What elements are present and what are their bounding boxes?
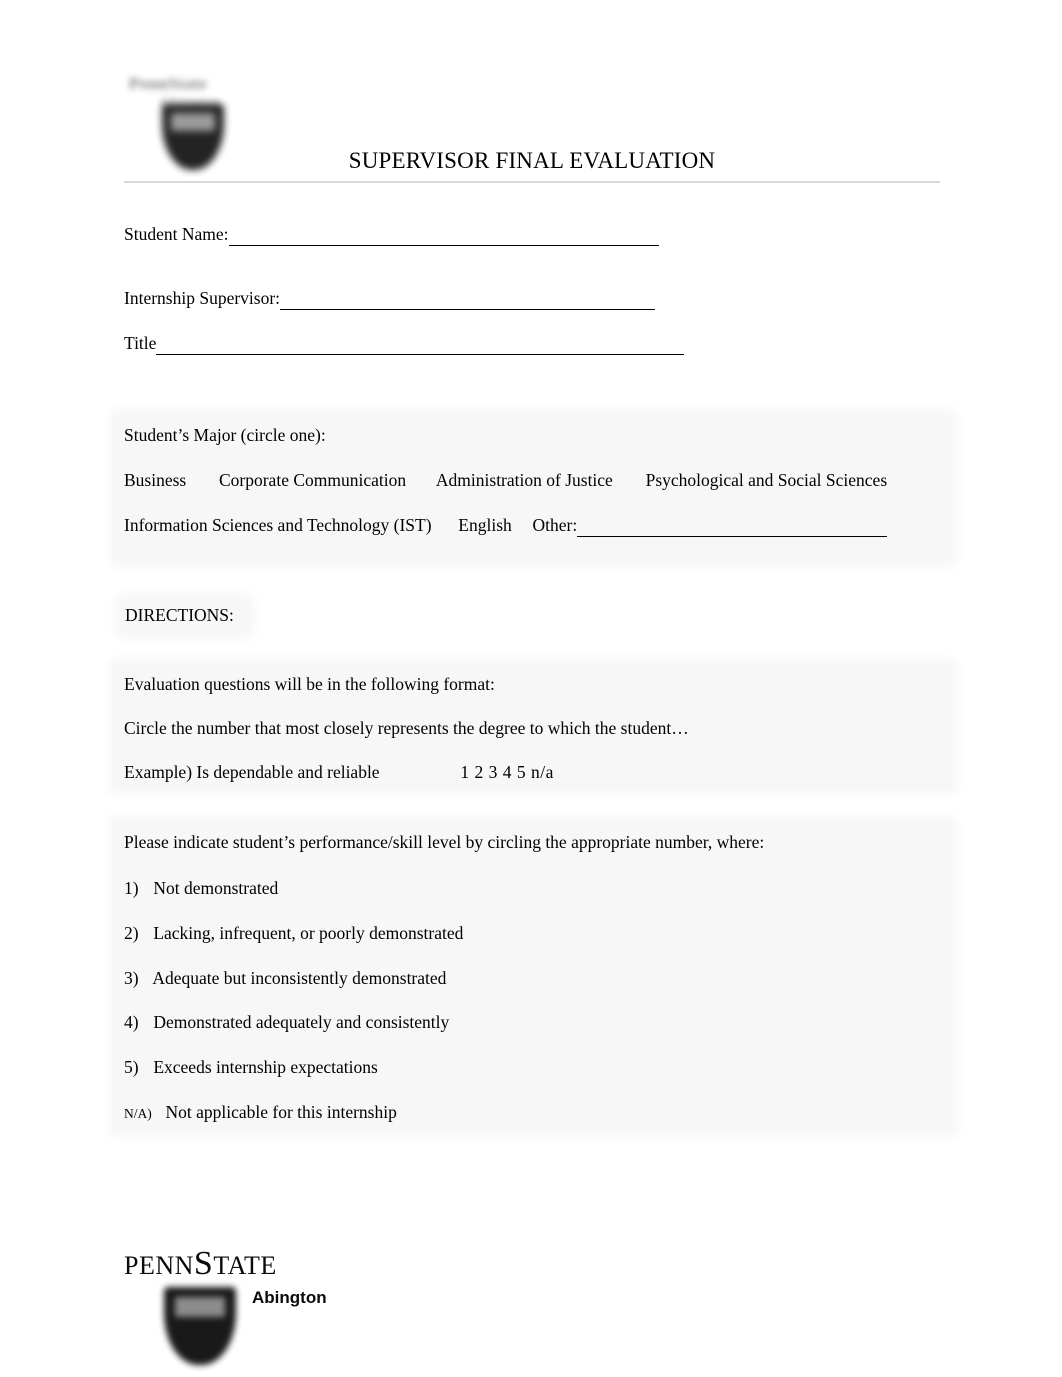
format-example-row: Example) Is dependable and reliable 1 2 … [124,762,554,783]
format-line-1: Evaluation questions will be in the foll… [124,674,495,694]
directions-label-block: DIRECTIONS: [120,598,250,634]
rating-scale-item-number: 3) [124,968,139,988]
rating-scale-item-text: Not demonstrated [153,878,279,898]
major-option-english[interactable]: English [458,515,511,535]
directions-label: DIRECTIONS: [125,605,234,625]
evaluation-format-block: Evaluation questions will be in the foll… [113,663,953,790]
internship-supervisor-input-line[interactable] [280,288,656,310]
header-divider [124,181,940,183]
student-name-field[interactable]: Student Name: [124,224,659,246]
rating-scale-item-number: N/A) [124,1106,152,1121]
rating-scale-intro: Please indicate student’s performance/sk… [124,832,765,852]
rating-scale-item-text: Adequate but inconsistently demonstrated [152,968,447,988]
title-label: Title [124,333,157,353]
rating-scale-item: 4) Demonstrated adequately and consisten… [124,1012,449,1033]
wordmark-tate: TATE [213,1251,277,1280]
major-option-business[interactable]: Business [124,470,186,490]
rating-scale-item: N/A) Not applicable for this internship [124,1102,397,1123]
internship-supervisor-label: Internship Supervisor: [124,288,281,308]
student-name-label: Student Name: [124,224,229,244]
rating-scale-item-text: Exceeds internship expectations [153,1057,378,1077]
rating-scale-item-text: Lacking, infrequent, or poorly demonstra… [153,923,464,943]
rating-scale-item-number: 4) [124,1012,139,1032]
rating-scale-item: 2) Lacking, infrequent, or poorly demons… [124,923,463,944]
format-example-label: Example) Is dependable and reliable [124,762,380,782]
pennstate-wordmark: PENNSTATE [124,1245,277,1283]
major-other-input-line[interactable] [577,515,888,537]
rating-scale-item-text: Not applicable for this internship [165,1102,397,1122]
major-option-ist[interactable]: Information Sciences and Technology (IST… [124,515,432,535]
document-header: PennState Abington SUPERVISOR FINAL EVAL… [124,62,940,182]
student-name-input-line[interactable] [228,224,659,246]
wordmark-s: S [193,1245,214,1282]
major-options-row2: Information Sciences and Technology (IST… [124,515,888,537]
student-major-heading: Student’s Major (circle one): [124,425,326,445]
major-option-other-label: Other: [532,515,578,535]
title-input-line[interactable] [156,333,685,355]
logo-line1: PennState [129,74,208,93]
major-option-psychological-and-social-sciences[interactable]: Psychological and Social Sciences [646,470,888,490]
rating-scale-item: 5) Exceeds internship expectations [124,1057,378,1078]
wordmark-penn: PENN [124,1251,194,1280]
major-option-administration-of-justice[interactable]: Administration of Justice [436,470,613,490]
rating-scale-item: 3) Adequate but inconsistently demonstra… [124,968,446,989]
rating-scale-block: Please indicate student’s performance/sk… [113,821,953,1133]
format-line-2: Circle the number that most closely repr… [124,718,689,738]
rating-scale-item-text: Demonstrated adequately and consistently [153,1012,450,1032]
rating-scale-item-number: 2) [124,923,139,943]
page-title: SUPERVISOR FINAL EVALUATION [348,148,716,173]
rating-scale-item-number: 5) [124,1057,139,1077]
rating-scale-item-number: 1) [124,878,139,898]
title-field[interactable]: Title [124,333,685,355]
document-page: PennState Abington SUPERVISOR FINAL EVAL… [0,0,1062,1377]
campus-name: Abington [252,1288,327,1307]
internship-supervisor-field[interactable]: Internship Supervisor: [124,288,656,310]
rating-scale-item: 1) Not demonstrated [124,878,278,899]
student-major-block: Student’s Major (circle one): Business C… [113,414,953,562]
pennstate-shield-icon-footer [164,1287,236,1365]
major-option-corporate-communication[interactable]: Corporate Communication [219,470,406,490]
footer-logo: PENNSTATE Abington [124,1245,524,1375]
major-options-row1: Business Corporate Communication Adminis… [124,470,887,491]
format-example-scale[interactable]: 1 2 3 4 5 n/a [460,762,554,782]
